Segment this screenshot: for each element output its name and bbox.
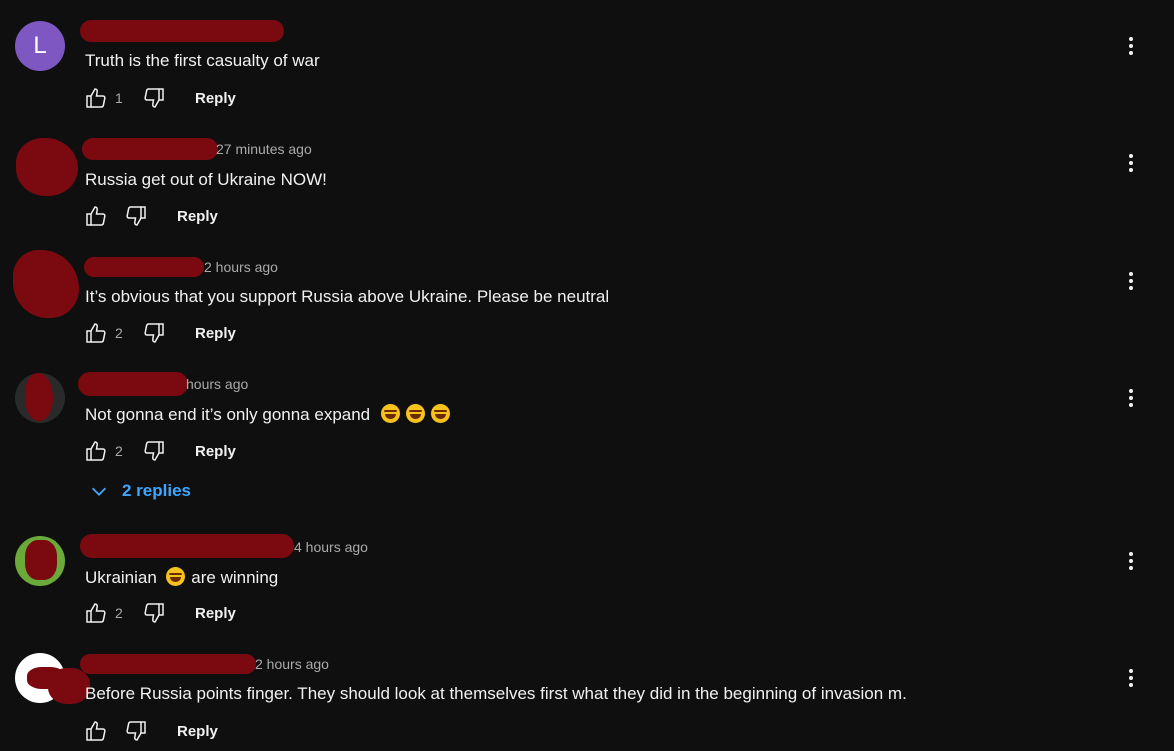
comment-timestamp: hours ago xyxy=(186,376,249,392)
redacted-author xyxy=(80,534,294,558)
thumbs-down-icon[interactable] xyxy=(123,203,149,229)
laughing-emoji-icon xyxy=(165,567,185,586)
comment-text: Not gonna end it’s only gonna expand xyxy=(85,404,452,425)
comment-text-part: are winning xyxy=(191,568,279,587)
comment-timestamp: 2 hours ago xyxy=(204,259,278,275)
comment-actions: Reply xyxy=(83,203,218,229)
comment-actions: 2 Reply xyxy=(83,600,236,626)
thumbs-down-icon[interactable] xyxy=(141,438,167,464)
comment-text: Before Russia points finger. They should… xyxy=(85,684,907,703)
thumbs-down-icon[interactable] xyxy=(123,718,149,744)
comment-text-content: Not gonna end it’s only gonna expand xyxy=(85,405,371,424)
comment-text-part: Ukrainian xyxy=(85,568,157,587)
like-count: 1 xyxy=(115,90,123,106)
thumbs-down-icon[interactable] xyxy=(141,85,167,111)
more-vert-icon[interactable] xyxy=(1121,386,1141,410)
avatar[interactable] xyxy=(15,536,65,586)
more-vert-icon[interactable] xyxy=(1121,666,1141,690)
reply-button[interactable]: Reply xyxy=(177,208,218,225)
reply-button[interactable]: Reply xyxy=(195,605,236,622)
more-vert-icon[interactable] xyxy=(1121,34,1141,58)
redacted-avatar xyxy=(25,373,53,421)
comment-text: Russia get out of Ukraine NOW! xyxy=(85,170,327,189)
like-count: 2 xyxy=(115,605,123,621)
thumbs-up-icon[interactable] xyxy=(83,320,109,346)
avatar-letter: L xyxy=(33,32,47,59)
chevron-down-icon xyxy=(91,487,107,496)
like-count: 2 xyxy=(115,443,123,459)
avatar[interactable] xyxy=(13,250,79,318)
reply-button[interactable]: Reply xyxy=(195,90,236,107)
thumbs-down-icon[interactable] xyxy=(141,320,167,346)
thumbs-up-icon[interactable] xyxy=(83,718,109,744)
redacted-overlay xyxy=(48,668,90,704)
comment-actions: 2 Reply xyxy=(83,320,236,346)
comment-actions: Reply xyxy=(83,718,218,744)
more-vert-icon[interactable] xyxy=(1121,151,1141,175)
redacted-author xyxy=(82,138,218,160)
more-vert-icon[interactable] xyxy=(1121,549,1141,573)
comment-actions: 1 Reply xyxy=(83,85,236,111)
redacted-author xyxy=(80,654,256,674)
thumbs-down-icon[interactable] xyxy=(141,600,167,626)
redacted-author xyxy=(78,372,188,396)
more-vert-icon[interactable] xyxy=(1121,269,1141,293)
comment-text: It’s obvious that you support Russia abo… xyxy=(85,287,610,306)
laughing-emoji-icon xyxy=(380,404,400,423)
redacted-author xyxy=(84,257,204,277)
thumbs-up-icon[interactable] xyxy=(83,85,109,111)
view-replies-button[interactable]: 2 replies xyxy=(88,480,191,502)
comment-timestamp: 2 hours ago xyxy=(255,656,329,672)
avatar[interactable] xyxy=(15,373,65,423)
thumbs-up-icon[interactable] xyxy=(83,600,109,626)
reply-button[interactable]: Reply xyxy=(177,723,218,740)
comment-timestamp: 27 minutes ago xyxy=(216,141,312,157)
avatar[interactable]: L xyxy=(15,21,65,71)
avatar[interactable] xyxy=(16,138,78,196)
like-count: 2 xyxy=(115,325,123,341)
redacted-avatar xyxy=(25,540,57,580)
laughing-emoji-icon xyxy=(430,404,450,423)
thumbs-up-icon[interactable] xyxy=(83,438,109,464)
reply-button[interactable]: Reply xyxy=(195,325,236,342)
reply-button[interactable]: Reply xyxy=(195,443,236,460)
comment-timestamp: 4 hours ago xyxy=(294,539,368,555)
redacted-author xyxy=(80,20,284,42)
comment-actions: 2 Reply xyxy=(83,438,236,464)
comment-text: Ukrainian are winning xyxy=(85,567,278,588)
comment-text: Truth is the first casualty of war xyxy=(85,51,320,70)
replies-count-label: 2 replies xyxy=(122,481,191,500)
thumbs-up-icon[interactable] xyxy=(83,203,109,229)
laughing-emoji-icon xyxy=(405,404,425,423)
